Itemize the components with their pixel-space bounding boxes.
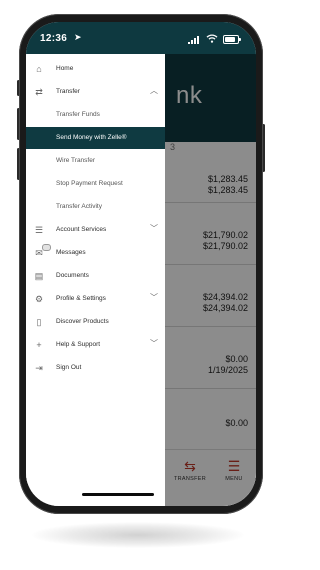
menu-item-label: Messages	[56, 249, 86, 256]
phone-screen: 12:36 ➤ nk 3 $1,283.45 $1,283.45 $21,790…	[26, 22, 256, 506]
device-shadow	[32, 522, 244, 548]
chevron-down-icon: ﹀	[150, 293, 158, 302]
status-bar: 12:36 ➤	[26, 22, 256, 54]
submenu-item-transfer-activity[interactable]: Transfer Activity	[26, 196, 165, 218]
menu-item-label: Home	[56, 65, 74, 72]
menu-item-label: Discover Products	[56, 318, 109, 325]
gear-icon: ⚙	[34, 294, 44, 304]
menu-item-label: Help & Support	[56, 341, 101, 348]
status-time: 12:36	[40, 33, 68, 44]
menu-item-label: Documents	[56, 272, 89, 279]
transfer-arrows-icon: ⇄	[35, 87, 43, 97]
menu-item-label: Transfer Activity	[56, 203, 102, 210]
menu-item-sign-out[interactable]: ⇥ Sign Out	[26, 357, 165, 379]
chevron-up-icon: ︿	[150, 86, 158, 95]
menu-item-discover-products[interactable]: ▯ Discover Products	[26, 311, 165, 333]
menu-item-help-support[interactable]: + Help & Support ﹀	[26, 334, 165, 356]
menu-item-profile-settings[interactable]: ⚙ Profile & Settings ﹀	[26, 288, 165, 310]
wifi-icon	[206, 34, 218, 43]
navigation-drawer: ⌂ Home ⇄ Transfer ︿ Transfer Funds Send …	[26, 54, 165, 506]
message-badge	[42, 244, 51, 251]
list-icon: ☰	[34, 225, 44, 235]
location-arrow-icon: ➤	[74, 32, 82, 42]
menu-item-label: Sign Out	[56, 364, 82, 371]
submenu-item-wire-transfer[interactable]: Wire Transfer	[26, 150, 165, 172]
menu-item-messages[interactable]: ✉ Messages	[26, 242, 165, 264]
menu-item-label: Account Services	[56, 226, 107, 233]
menu-item-home[interactable]: ⌂ Home	[26, 58, 165, 80]
submenu-item-send-money-zelle[interactable]: Send Money with Zelle®	[26, 127, 165, 149]
menu-item-documents[interactable]: ▤ Documents	[26, 265, 165, 287]
menu-item-account-services[interactable]: ☰ Account Services ﹀	[26, 219, 165, 241]
home-indicator[interactable]	[82, 493, 154, 496]
submenu-item-stop-payment[interactable]: Stop Payment Request	[26, 173, 165, 195]
plus-icon: +	[36, 340, 42, 350]
menu-item-label: Transfer	[56, 88, 80, 95]
home-icon: ⌂	[36, 64, 42, 74]
menu-item-label: Send Money with Zelle®	[56, 134, 127, 141]
chevron-down-icon: ﹀	[150, 339, 158, 348]
phone-icon: ▯	[36, 317, 42, 327]
signal-icon	[188, 36, 199, 44]
submenu-item-transfer-funds[interactable]: Transfer Funds	[26, 104, 165, 126]
sign-out-icon: ⇥	[35, 363, 43, 373]
menu-item-label: Profile & Settings	[56, 295, 106, 302]
menu-item-label: Transfer Funds	[56, 111, 100, 118]
menu-item-label: Wire Transfer	[56, 157, 96, 164]
chevron-down-icon: ﹀	[150, 224, 158, 233]
menu-item-transfer[interactable]: ⇄ Transfer ︿	[26, 81, 165, 103]
battery-icon	[223, 35, 241, 44]
document-icon: ▤	[34, 271, 44, 281]
menu-item-label: Stop Payment Request	[56, 180, 123, 187]
